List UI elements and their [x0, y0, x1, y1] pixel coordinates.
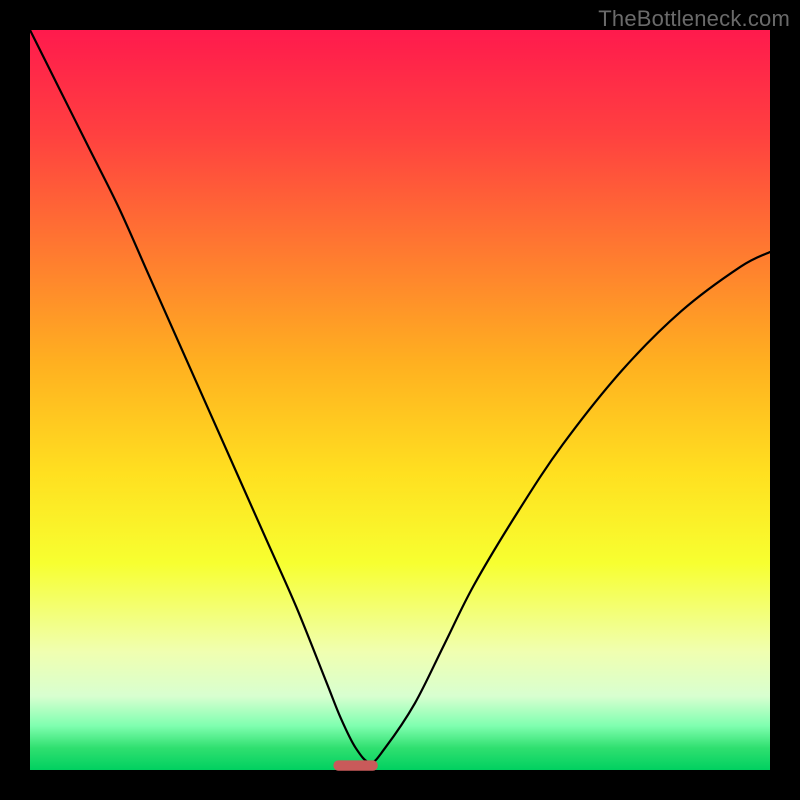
chart-frame: TheBottleneck.com [0, 0, 800, 800]
plot-area [30, 30, 770, 770]
optimal-marker [333, 760, 377, 770]
bottleneck-curve [30, 30, 770, 763]
curve-svg [30, 30, 770, 770]
watermark-text: TheBottleneck.com [598, 6, 790, 32]
